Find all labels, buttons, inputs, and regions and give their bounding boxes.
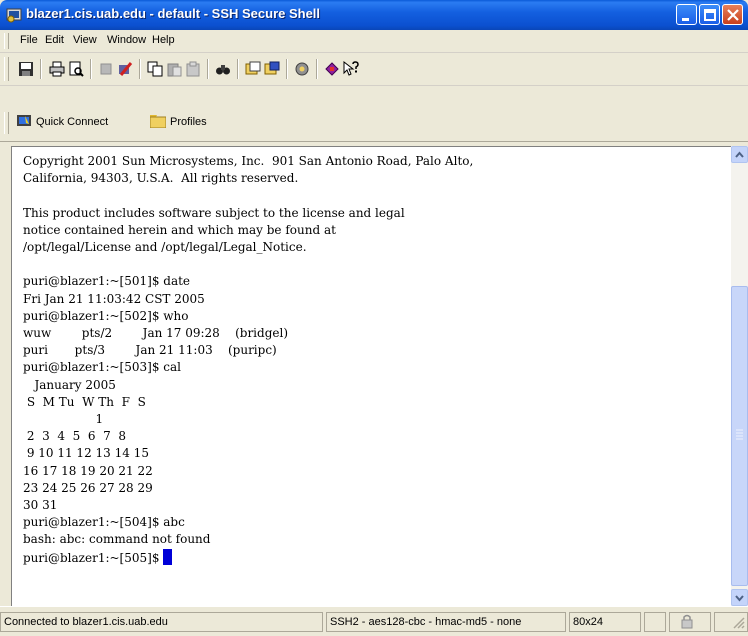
copy-icon[interactable] (147, 61, 163, 77)
toolbar-separator (40, 59, 42, 79)
status-cipher: SSH2 - aes128-cbc - hmac-md5 - none (326, 612, 566, 632)
toolbar-separator (237, 59, 239, 79)
close-icon (727, 9, 739, 21)
scroll-thumb[interactable] (731, 286, 748, 586)
quickbar-grip[interactable] (4, 112, 9, 134)
terminal-output: Copyright 2001 Sun Microsystems, Inc. 90… (12, 147, 732, 567)
menu-grip[interactable] (4, 33, 9, 49)
text-cursor (163, 548, 173, 565)
title-bar[interactable]: blazer1.cis.uab.edu - default - SSH Secu… (0, 0, 748, 30)
cut-icon[interactable] (117, 61, 133, 77)
menu-edit[interactable]: Edit (45, 34, 64, 46)
paste-icon[interactable] (166, 61, 182, 77)
folder-icon[interactable] (150, 115, 166, 128)
resize-grip-icon[interactable] (731, 615, 745, 629)
scroll-up-button[interactable] (731, 146, 748, 163)
terminal-text: Copyright 2001 Sun Microsystems, Inc. 90… (23, 154, 474, 547)
toolbar-grip[interactable] (4, 57, 9, 81)
menu-file[interactable]: File (20, 34, 38, 46)
lock-icon (681, 614, 693, 629)
print-preview-icon[interactable] (68, 61, 84, 77)
menu-bar: File Edit View Window Help (0, 30, 748, 53)
print-icon[interactable] (49, 61, 65, 77)
about-icon[interactable] (324, 61, 340, 77)
status-connection: Connected to blazer1.cis.uab.edu (0, 612, 323, 632)
menu-window[interactable]: Window (107, 34, 146, 46)
status-bar: Connected to blazer1.cis.uab.edu SSH2 - … (0, 606, 748, 636)
help-context-icon[interactable] (343, 61, 359, 77)
profiles-icon[interactable] (245, 61, 261, 77)
status-empty-cell (644, 612, 666, 632)
chevron-down-icon (735, 595, 744, 602)
save-icon[interactable] (18, 61, 34, 77)
ssh-app-icon (6, 8, 22, 23)
minimize-icon (682, 18, 689, 21)
terminal-prompt: puri@blazer1:~[505]$ (23, 550, 164, 565)
toolbar-separator (90, 59, 92, 79)
toolbar-separator (286, 59, 288, 79)
profiles-button[interactable]: Profiles (170, 116, 207, 128)
minimize-button[interactable] (676, 4, 697, 25)
find-icon[interactable] (215, 61, 231, 77)
divider (0, 141, 748, 142)
vertical-scrollbar[interactable] (731, 146, 748, 606)
maximize-button[interactable] (699, 4, 720, 25)
quick-connect-icon[interactable] (16, 113, 32, 129)
paste-disabled-icon[interactable] (185, 61, 201, 77)
maximize-icon (704, 9, 716, 21)
add-profile-icon[interactable] (264, 61, 280, 77)
settings-icon[interactable] (294, 61, 310, 77)
terminal-area[interactable]: Copyright 2001 Sun Microsystems, Inc. 90… (11, 146, 732, 607)
chevron-up-icon (735, 151, 744, 158)
close-button[interactable] (722, 4, 743, 25)
toolbar-separator (316, 59, 318, 79)
quick-connect-bar: Quick Connect Profiles (0, 86, 748, 142)
menu-view[interactable]: View (73, 34, 97, 46)
toolbar (0, 53, 748, 86)
status-lock-cell (669, 612, 711, 632)
disconnect-icon[interactable] (98, 61, 114, 77)
status-terminal-size: 80x24 (569, 612, 641, 632)
quick-connect-button[interactable]: Quick Connect (36, 116, 108, 128)
window-title: blazer1.cis.uab.edu - default - SSH Secu… (26, 6, 321, 21)
menu-help[interactable]: Help (152, 34, 175, 46)
thumb-grip-icon (736, 429, 743, 440)
toolbar-separator (207, 59, 209, 79)
scroll-down-button[interactable] (731, 589, 748, 606)
status-resize-cell[interactable] (714, 612, 748, 632)
toolbar-separator (139, 59, 141, 79)
